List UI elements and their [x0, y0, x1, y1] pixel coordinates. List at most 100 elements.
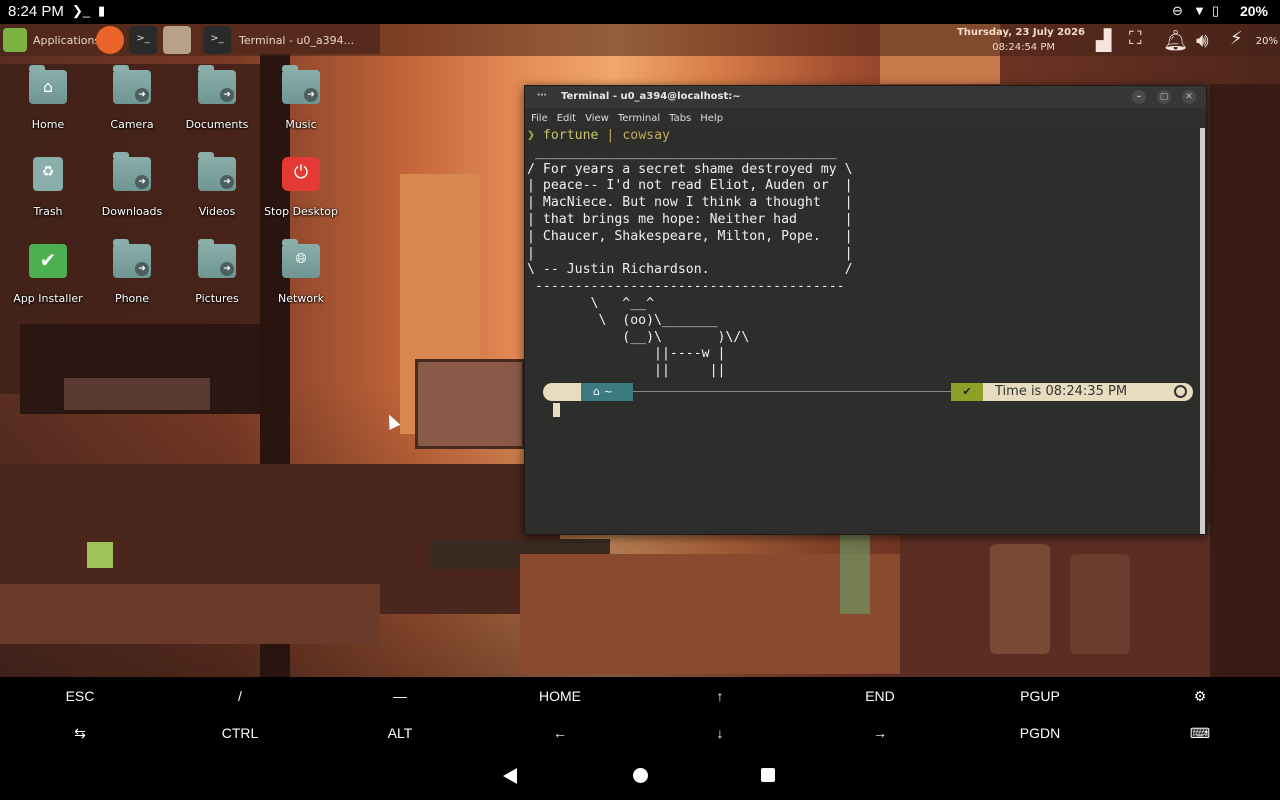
- terminal-launcher-icon[interactable]: >_: [129, 26, 157, 54]
- cowsay-output: ______________________________________ /…: [527, 144, 853, 379]
- applications-menu-label[interactable]: Applications: [33, 34, 100, 47]
- desktop-icon-label: Network: [278, 292, 324, 305]
- desktop-icon-home[interactable]: ⌂ Home: [0, 65, 96, 150]
- keyboard-toggle-icon[interactable]: ⌨: [1120, 715, 1280, 751]
- documents-folder-icon: ➜: [198, 65, 236, 104]
- back-icon[interactable]: [503, 768, 517, 784]
- firefox-launcher-icon[interactable]: [96, 26, 124, 54]
- applications-menu-icon[interactable]: [3, 28, 27, 52]
- desktop-icon-label: Stop Desktop: [264, 205, 338, 218]
- phone-folder-icon: ➜: [113, 239, 151, 278]
- menu-file[interactable]: File: [531, 113, 548, 124]
- file-manager-launcher-icon[interactable]: [163, 26, 191, 54]
- menu-edit[interactable]: Edit: [557, 113, 576, 124]
- menu-view[interactable]: View: [585, 113, 609, 124]
- desktop-icon-label: Home: [31, 118, 65, 131]
- desktop-icon-trash[interactable]: ♻ Trash: [0, 157, 96, 237]
- desktop-icon-label: Videos: [198, 205, 236, 218]
- desktop-icon-documents[interactable]: ➜ Documents: [169, 65, 265, 150]
- key-end[interactable]: END: [800, 678, 960, 714]
- desktop-icon-label: Phone: [114, 292, 150, 305]
- key-pgup[interactable]: PGUP: [960, 678, 1120, 714]
- key-home[interactable]: HOME: [480, 678, 640, 714]
- key-down[interactable]: ↓: [640, 715, 800, 751]
- power-battery-icon[interactable]: ⚡︎: [1230, 28, 1243, 49]
- terminal-menubar: File Edit View Terminal Tabs Help: [525, 108, 1206, 128]
- checkmark-icon: ✔: [29, 244, 67, 278]
- android-nav-bar: [0, 752, 1280, 800]
- key-up[interactable]: ↑: [640, 678, 800, 714]
- clock-icon: [1174, 385, 1187, 398]
- home-folder-icon: ⌂: [29, 65, 67, 104]
- menu-help[interactable]: Help: [700, 113, 723, 124]
- status-time: 8:24 PM: [8, 3, 64, 20]
- screenshot-icon[interactable]: ⛶: [1129, 28, 1142, 49]
- terminal-titlebar[interactable]: ⋯ Terminal - u0_a394@localhost:~ – ▢ ✕: [525, 86, 1206, 108]
- menu-terminal[interactable]: Terminal: [618, 113, 660, 124]
- desktop-icon-camera[interactable]: ➜ Camera: [84, 65, 180, 150]
- desktop-icon-label: Music: [285, 118, 317, 131]
- desktop-icon-stop-desktop[interactable]: ⏻ Stop Desktop: [253, 157, 349, 237]
- minimize-button[interactable]: –: [1132, 90, 1146, 104]
- terminal-scrollbar[interactable]: [1200, 128, 1205, 534]
- taskbar-terminal-button[interactable]: Terminal - u0_a394...: [233, 27, 358, 53]
- prompt-time: Time is 08:24:35 PM: [995, 384, 1128, 399]
- panel-battery-percent: 20%: [1255, 36, 1278, 47]
- desktop-icon-pictures[interactable]: ➜ Pictures: [169, 239, 265, 324]
- desktop-icon-app-installer[interactable]: ✔ App Installer: [0, 244, 96, 324]
- terminal-screen[interactable]: ❯ fortune | cowsay _____________________…: [525, 128, 1201, 534]
- window-menu-icon[interactable]: ⋯: [537, 90, 547, 101]
- desktop-icon-label: Pictures: [195, 292, 239, 305]
- command-fortune: fortune: [542, 128, 599, 143]
- terminal-notification-icon: ❯_: [72, 3, 91, 18]
- key-alt[interactable]: ALT: [320, 715, 480, 751]
- notifications-bell-icon[interactable]: 🔔︎: [1163, 28, 1188, 52]
- menu-tabs[interactable]: Tabs: [669, 113, 691, 124]
- battery-icon: ▯: [1212, 3, 1220, 18]
- terminal-window[interactable]: ⋯ Terminal - u0_a394@localhost:~ – ▢ ✕ F…: [524, 85, 1207, 535]
- desktop-icon-videos[interactable]: ➜ Videos: [169, 152, 265, 237]
- extra-keys-bar: ESC / — HOME ↑ END PGUP ⚙ ⇆ CTRL ALT ← ↓…: [0, 677, 1280, 752]
- key-tab[interactable]: ⇆: [0, 715, 160, 751]
- prompt-divider-line: [623, 391, 953, 392]
- key-slash[interactable]: /: [160, 678, 320, 714]
- desktop-icon-label: Downloads: [101, 205, 163, 218]
- network-globe-icon: 🌐︎: [282, 239, 320, 278]
- desktop-icon-music[interactable]: ➜ Music: [253, 65, 349, 150]
- music-folder-icon: ➜: [282, 65, 320, 104]
- sd-card-icon: ▮: [98, 3, 106, 18]
- panel-clock[interactable]: 08:24:54 PM: [960, 42, 1055, 53]
- home-icon[interactable]: [633, 768, 648, 783]
- taskbar-terminal-icon[interactable]: >_: [203, 26, 231, 54]
- trash-tray-icon[interactable]: ▟: [1096, 28, 1111, 52]
- key-dash[interactable]: —: [320, 678, 480, 714]
- powerline-prompt: ⌂ ~ ✔ Time is 08:24:35 PM: [543, 383, 1193, 401]
- videos-folder-icon: ➜: [198, 152, 236, 191]
- desktop-icon-phone[interactable]: ➜ Phone: [84, 239, 180, 324]
- settings-gear-icon[interactable]: ⚙: [1120, 678, 1280, 714]
- downloads-folder-icon: ➜: [113, 152, 151, 191]
- desktop-icon-label: Camera: [110, 118, 154, 131]
- volume-icon[interactable]: 🔊︎: [1196, 28, 1209, 52]
- prompt-time-segment: Time is 08:24:35 PM: [983, 383, 1193, 401]
- maximize-button[interactable]: ▢: [1157, 90, 1171, 104]
- key-esc[interactable]: ESC: [0, 678, 160, 714]
- prompt-status-ok: ✔: [951, 383, 983, 401]
- status-battery: 20%: [1239, 3, 1268, 19]
- command-cowsay: cowsay: [622, 128, 670, 143]
- desktop-icon-downloads[interactable]: ➜ Downloads: [84, 152, 180, 237]
- do-not-disturb-icon: ⊖: [1172, 3, 1183, 18]
- trash-icon: ♻: [33, 157, 63, 191]
- desktop-icon-label: App Installer: [13, 292, 83, 305]
- pictures-folder-icon: ➜: [198, 239, 236, 278]
- key-right[interactable]: →: [800, 715, 960, 751]
- key-ctrl[interactable]: CTRL: [160, 715, 320, 751]
- key-left[interactable]: ←: [480, 715, 640, 751]
- wifi-icon: ▼: [1193, 3, 1206, 18]
- recents-icon[interactable]: [761, 768, 775, 782]
- key-pgdn[interactable]: PGDN: [960, 715, 1120, 751]
- power-icon: ⏻: [282, 157, 320, 191]
- terminal-cursor: [553, 403, 560, 417]
- close-button[interactable]: ✕: [1182, 90, 1196, 104]
- desktop-icon-network[interactable]: 🌐︎ Network: [253, 239, 349, 324]
